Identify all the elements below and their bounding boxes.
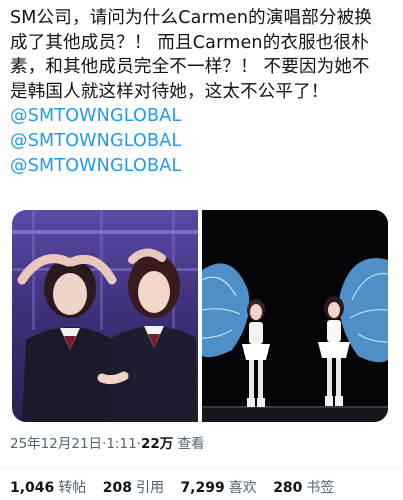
reposts-stat[interactable]: 1,046 转帖 (10, 477, 86, 497)
quotes-stat[interactable]: 208 引用 (103, 477, 164, 497)
views-count: 22万 (140, 436, 174, 452)
reposts-count: 1,046 (10, 480, 55, 496)
bookmarks-stat[interactable]: 280 书签 (273, 477, 334, 497)
post-text-line-1: SM公司，请问为什么Carmen的演唱部分被换 (10, 8, 373, 28)
quotes-count: 208 (102, 480, 132, 496)
divider (0, 468, 403, 469)
views-label: 查看 (177, 436, 205, 452)
media-photo-left[interactable] (12, 210, 198, 422)
mention-link[interactable]: @SMTOWNGLOBAL (10, 154, 398, 179)
stage-wings-photo (202, 210, 388, 422)
likes-stat[interactable]: 7,299 喜欢 (180, 477, 256, 497)
post-text: SM公司，请问为什么Carmen的演唱部分被换 成了其他成员？！ 而且Carme… (10, 6, 398, 178)
likes-count: 7,299 (180, 480, 225, 496)
stage-performance-photo (12, 210, 198, 422)
engagement-stats: 1,046 转帖 208 引用 7,299 喜欢 280 书签 (10, 477, 346, 497)
post-time[interactable]: 1:11 (106, 436, 136, 452)
reposts-label: 转帖 (58, 480, 87, 496)
post-meta: 25年12月21日·1:11·22万 查看 (10, 432, 205, 452)
bookmarks-count: 280 (273, 480, 303, 496)
likes-label: 喜欢 (228, 480, 257, 496)
post-text-line-3: 素，和其他成员完全不一样？！ 不要因为她不 (10, 57, 370, 78)
bookmarks-label: 书签 (306, 480, 335, 496)
quotes-label: 引用 (135, 480, 164, 496)
post-text-line-4: 是韩国人就这样对待她，这太不公平了！ (10, 81, 329, 102)
post-date[interactable]: 25年12月21日 (10, 436, 102, 452)
mention-link[interactable]: @SMTOWNGLOBAL (10, 104, 398, 129)
media-photo-right[interactable] (202, 210, 388, 422)
post-text-line-2: 成了其他成员？！ 而且Carmen的衣服也很朴 (10, 32, 369, 53)
mention-link[interactable]: @SMTOWNGLOBAL (10, 129, 398, 154)
